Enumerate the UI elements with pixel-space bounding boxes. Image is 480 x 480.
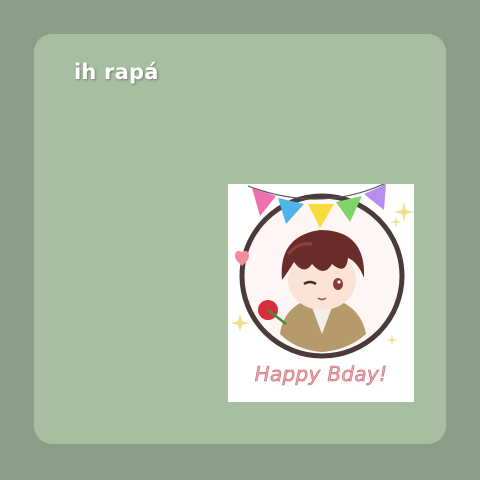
happy-bday-text: Happy Bday!	[254, 362, 388, 387]
caption-text: ih rapá	[74, 60, 159, 84]
open-eye	[333, 278, 343, 290]
eye-shine	[337, 280, 341, 284]
screen: ih rapá Happy Bday!	[0, 0, 480, 480]
sparkle-icon	[390, 216, 402, 228]
birthday-sticker[interactable]: Happy Bday!	[228, 184, 414, 402]
sparkle-icon	[386, 334, 398, 346]
sparkle-icon	[394, 202, 414, 222]
sparkle-icon	[231, 314, 249, 332]
